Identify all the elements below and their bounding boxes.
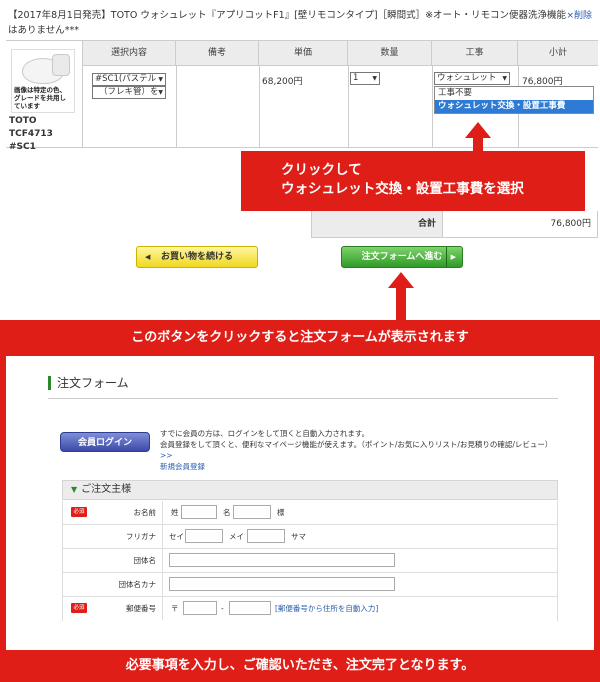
label-name: お名前 (63, 501, 163, 524)
product-name: TOTO TCF4713 #SC1 (9, 116, 53, 152)
label-org-kana: 団体名カナ (63, 573, 163, 596)
product-heading: 【2017年8月1日発売】TOTO ウォシュレット『アプリコットF1』[壁リモコ… (8, 10, 567, 36)
form-title: 注文フォーム (48, 376, 129, 390)
row-name: 必須 お名前 姓 名 様 (62, 501, 558, 525)
option-select-color[interactable]: #SC1(パステル ▼ (92, 73, 166, 86)
divider (48, 398, 558, 399)
org-name-input[interactable] (169, 553, 395, 567)
work-option-none[interactable]: 工事不要 (435, 87, 593, 100)
member-login-button[interactable]: 会員ログイン (60, 432, 150, 452)
col-header-subtotal: 小計 (518, 41, 598, 65)
last-name-kana-input[interactable] (185, 529, 223, 543)
work-option-install[interactable]: ウォシュレット交換・設置工事費 8,600円 (435, 100, 593, 124)
col-divider (432, 65, 433, 147)
chevron-down-icon: ▼ (502, 75, 507, 82)
chevron-down-icon: ▼ (158, 89, 163, 96)
arrow-up-icon (388, 272, 414, 288)
col-header-remarks: 備考 (176, 41, 259, 65)
org-kana-input[interactable] (169, 577, 395, 591)
label-org: 団体名 (63, 549, 163, 572)
label-kana: フリガナ (63, 525, 163, 548)
toilet-unit-graphic (52, 54, 70, 76)
triangle-down-icon: ▼ (71, 485, 78, 494)
quantity-select[interactable]: 1 ▼ (350, 72, 380, 85)
total-value: 76,800円 (550, 219, 592, 229)
row-zip: 必須 郵便番号 〒 - [郵便番号から住所を自動入力] (62, 597, 558, 621)
instruction-callout: クリックして ウォシュレット交換・設置工事費を選択 (241, 151, 585, 211)
col-divider (176, 65, 177, 147)
chevron-right-icon: ▶ (445, 247, 456, 267)
col-header-unit-price: 単価 (259, 41, 348, 65)
chevron-down-icon: ▼ (158, 76, 163, 83)
order-form-button[interactable]: 注文フォームへ進む ▶ (341, 246, 463, 268)
row-org-kana: 団体名カナ (62, 573, 558, 597)
col-header-selection: 選択内容 (83, 41, 176, 65)
option-select-pipe[interactable]: （フレキ管）を ▼ (92, 86, 166, 99)
chevron-left-icon: ◀ (145, 253, 151, 261)
remove-link[interactable]: ×削除 (566, 8, 592, 21)
last-name-input[interactable] (181, 505, 217, 519)
more-link[interactable]: >> (160, 451, 173, 460)
first-name-input[interactable] (233, 505, 271, 519)
arrow-stem (396, 287, 406, 321)
chevron-down-icon: ▼ (372, 75, 377, 82)
image-note: 画像は特定の色、グレードを共用しています (14, 86, 66, 110)
work-select[interactable]: ウォシュレット ▼ (434, 72, 510, 85)
total-label: 合計 (312, 211, 443, 237)
order-form-panel: 注文フォーム 会員ログイン すでに会員の方は、ログインをして頂くと自動入力されま… (0, 356, 600, 650)
col-header-work: 工事 (432, 41, 518, 65)
unit-price: 68,200円 (262, 77, 303, 87)
col-header-quantity: 数量 (348, 41, 432, 65)
zip-second-input[interactable] (229, 601, 271, 615)
zip-autofill-link[interactable]: [郵便番号から住所を自動入力] (275, 597, 378, 620)
cart-table: 選択内容 備考 単価 数量 工事 小計 画像は特定の色、グレードを共用しています… (6, 40, 598, 152)
row-org: 団体名 (62, 549, 558, 573)
arrow-up-icon (465, 122, 491, 138)
order-button-callout: このボタンをクリックすると注文フォームが表示されます (0, 320, 600, 356)
login-description: すでに会員の方は、ログインをして頂くと自動入力されます。 会員登録をして頂くと、… (160, 428, 560, 472)
register-link[interactable]: 新規会員登録 (160, 461, 560, 472)
total-row: 合計 76,800円 (311, 211, 598, 238)
work-dropdown-list: 工事不要 ウォシュレット交換・設置工事費 8,600円 (434, 86, 594, 124)
row-kana: フリガナ セイ メイ サマ (62, 525, 558, 549)
zip-first-input[interactable] (183, 601, 217, 615)
section-header-orderer: ▼ ご注文主様 (62, 480, 558, 500)
continue-shopping-button[interactable]: ◀ お買い物を続ける (136, 246, 258, 268)
col-divider (348, 65, 349, 147)
product-image[interactable]: 画像は特定の色、グレードを共用しています (11, 49, 75, 113)
completion-callout: 必要事項を入力し、ご確認いただき、注文完了となります。 (0, 650, 600, 682)
first-name-kana-input[interactable] (247, 529, 285, 543)
col-divider (259, 65, 260, 147)
header-divider (82, 65, 598, 66)
label-zip: 郵便番号 (63, 597, 163, 620)
